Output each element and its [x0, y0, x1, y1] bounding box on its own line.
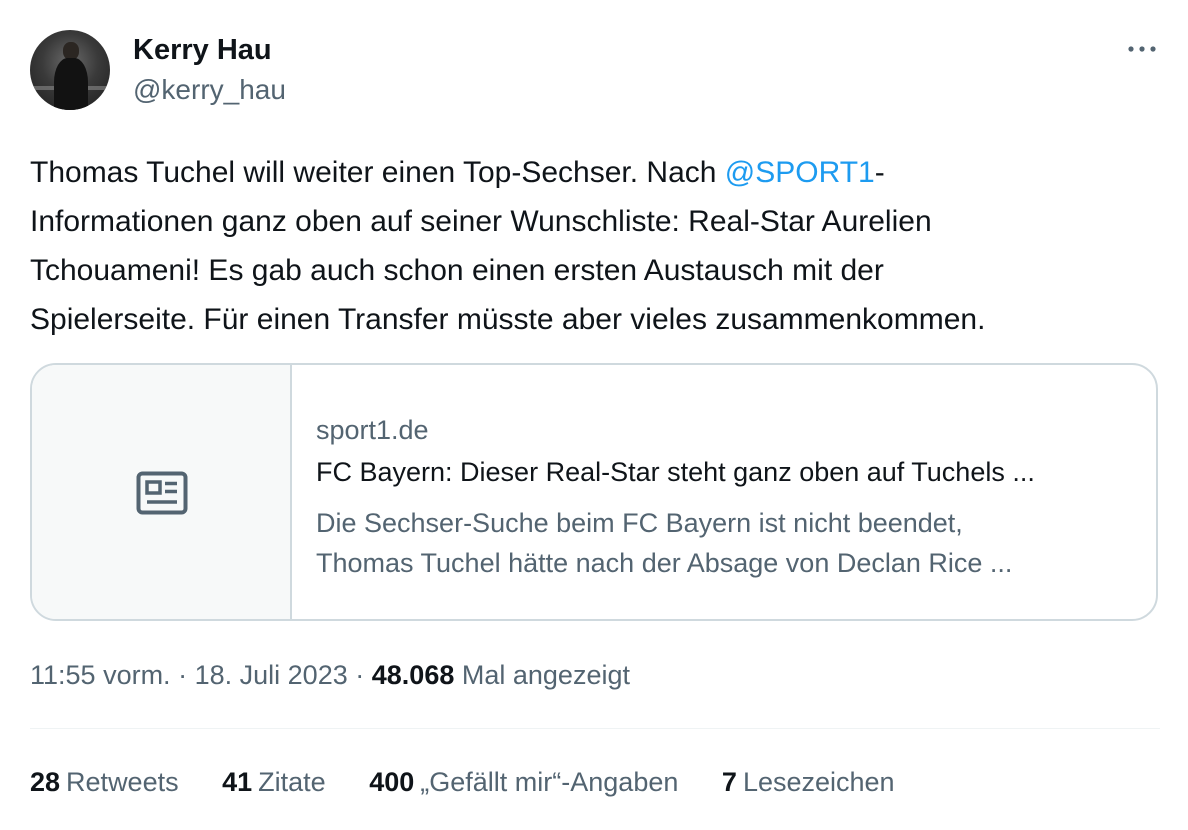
- tweet-text-segment: Thomas Tuchel will weiter einen Top-Sech…: [30, 156, 725, 189]
- stat-label: Retweets: [66, 767, 179, 797]
- link-preview-description-line: Thomas Tuchel hätte nach der Absage von …: [316, 548, 1013, 578]
- avatar[interactable]: [30, 30, 110, 110]
- bookmarks-stat[interactable]: 7 Lesezeichen: [722, 767, 895, 798]
- newspaper-icon: [136, 471, 188, 515]
- retweets-stat[interactable]: 28 Retweets: [30, 767, 179, 798]
- stat-count: 28: [30, 767, 61, 797]
- views-label: Mal angezeigt: [461, 660, 630, 690]
- tweet-date: 18. Juli 2023: [194, 660, 348, 690]
- link-preview-domain: sport1.de: [316, 415, 429, 445]
- link-preview-title: FC Bayern: Dieser Real-Star steht ganz o…: [316, 457, 1035, 487]
- link-preview-description: Die Sechser-Suche beim FC Bayern ist nic…: [316, 503, 1136, 583]
- more-options-button[interactable]: [1122, 34, 1162, 64]
- meta-separator: ·: [355, 660, 365, 690]
- more-options-icon: [1128, 46, 1156, 52]
- author-display-name[interactable]: Kerry Hau: [133, 34, 272, 67]
- tweet-text-segment: -: [874, 156, 885, 189]
- author-handle[interactable]: @kerry_hau: [133, 74, 286, 106]
- tweet-line: Thomas Tuchel will weiter einen Top-Sech…: [30, 148, 1150, 197]
- stat-count: 41: [222, 767, 253, 797]
- stat-count: 7: [721, 767, 737, 797]
- tweet-line: Spielerseite. Für einen Transfer müsste …: [30, 303, 986, 336]
- stat-label: Lesezeichen: [742, 767, 895, 797]
- avatar-body: [54, 58, 88, 110]
- link-preview-description-line: Die Sechser-Suche beim FC Bayern ist nic…: [316, 508, 963, 538]
- tweet-line: Tchouameni! Es gab auch schon einen erst…: [30, 254, 884, 287]
- mention-link[interactable]: @SPORT1: [725, 156, 875, 189]
- views-count: 48.068: [371, 660, 455, 690]
- stat-label: Zitate: [258, 767, 326, 797]
- stat-count: 400: [369, 767, 415, 797]
- engagement-stats: 28 Retweets 41 Zitate 400 „Gefällt mir“-Ang…: [30, 767, 931, 798]
- link-preview-card[interactable]: sport1.de FC Bayern: Dieser Real-Star st…: [30, 363, 1158, 621]
- tweet-time: 11:55 vorm.: [30, 660, 171, 690]
- divider: [30, 728, 1160, 729]
- likes-stat[interactable]: 400 „Gefällt mir“-Angaben: [369, 767, 678, 798]
- tweet-text: Thomas Tuchel will weiter einen Top-Sech…: [30, 148, 1150, 344]
- meta-separator: ·: [178, 660, 188, 690]
- tweet-line: Informationen ganz oben auf seiner Wunsc…: [30, 205, 932, 238]
- stat-label: „Gefällt mir“-Angaben: [420, 767, 679, 797]
- link-preview-thumbnail: [32, 365, 292, 619]
- tweet-meta: 11:55 vorm. · 18. Juli 2023 · 48.068 Mal…: [30, 660, 630, 691]
- quotes-stat[interactable]: 41 Zitate: [222, 767, 326, 798]
- tweet-timestamp-link[interactable]: 11:55 vorm. · 18. Juli 2023: [30, 660, 348, 690]
